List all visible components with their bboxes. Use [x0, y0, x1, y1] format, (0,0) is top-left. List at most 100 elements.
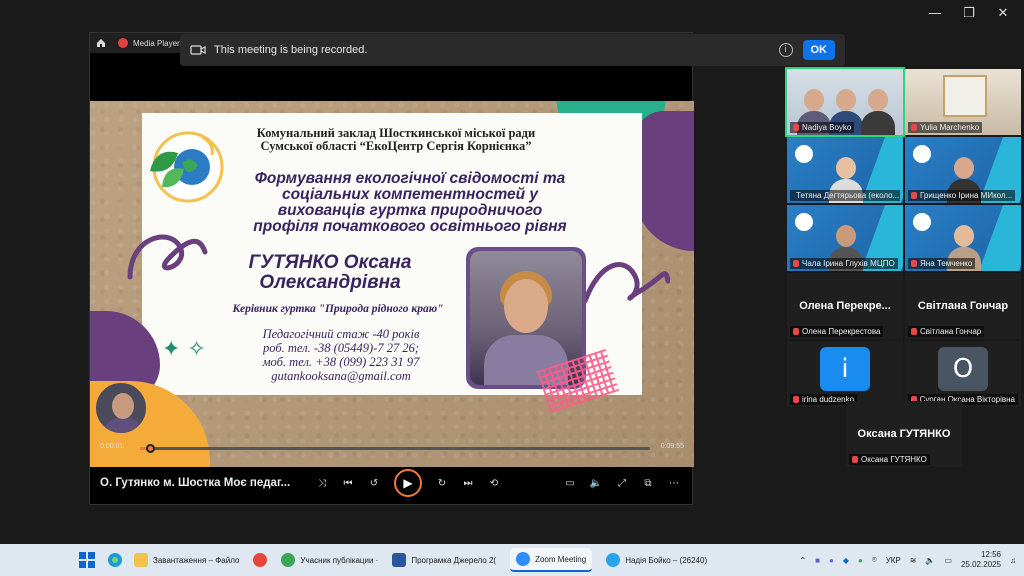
word-icon: [392, 553, 407, 567]
recording-message: This meeting is being recorded.: [214, 44, 368, 56]
copilot-icon[interactable]: [106, 551, 124, 569]
participant-label: Грищенко Ірина МИкол...: [908, 190, 1016, 201]
participant-tile[interactable]: O Сурган Оксана Вікторівна: [905, 341, 1021, 407]
duration: 0:09:55: [660, 443, 684, 450]
participant-label: Оксана ГУТЯНКО: [849, 454, 930, 465]
participant-label: Yulia Marchenko: [908, 122, 983, 133]
playback-controls: О. Гутянко м. Шостка Моє педаг... ⤨ ⏮ ↺ …: [90, 463, 694, 503]
recording-notice: This meeting is being recorded. i OK: [180, 34, 845, 66]
taskbar: Завантаження – Файло Учасник публікации …: [0, 544, 1024, 576]
speaker-self-view: [94, 381, 148, 435]
mic-muted-icon: [852, 456, 858, 463]
next-icon[interactable]: ⏭: [462, 477, 474, 489]
miniplayer-icon[interactable]: ⧉: [642, 477, 654, 489]
subtitles-icon[interactable]: ▭: [564, 477, 576, 489]
presenter-role: Керівник гуртка "Природа рідного краю": [232, 303, 444, 315]
participant-tile[interactable]: Оксана ГУТЯНКО Оксана ГУТЯНКО: [846, 401, 962, 467]
mic-muted-icon: [793, 124, 799, 131]
play-button[interactable]: ▶: [394, 469, 422, 497]
restore-button[interactable]: ❐: [962, 6, 976, 21]
participant-tile[interactable]: Світлана Гончар Світлана Гончар: [905, 273, 1021, 339]
desktop: — ❐ ✕ Media Player Комунальний заклад Шо…: [0, 0, 1024, 576]
zoom-icon: [516, 552, 531, 566]
taskbar-app-chrome[interactable]: [253, 553, 268, 567]
viber-icon[interactable]: ●: [829, 556, 834, 565]
mic-muted-icon: [793, 396, 799, 403]
home-icon[interactable]: [96, 38, 106, 48]
seek-track[interactable]: [140, 444, 650, 453]
self-view-body: [102, 417, 144, 433]
volume-icon[interactable]: 🔈: [590, 477, 602, 489]
participant-tile[interactable]: Nadiya Boyko: [785, 67, 905, 137]
participant-tile[interactable]: i irina dudzenko: [787, 341, 903, 407]
mic-muted-icon: [793, 328, 799, 335]
wifi-icon[interactable]: ≋: [910, 556, 917, 565]
participant-tile[interactable]: Чала Ірина Глухів МЦПО: [787, 205, 903, 271]
shuffle-icon[interactable]: ⤨: [316, 477, 328, 489]
taskbar-app-chrome-2[interactable]: Учасник публікации ·: [281, 553, 378, 567]
clock[interactable]: 12:56 25.02.2025: [961, 550, 1001, 570]
taskbar-app-files[interactable]: Завантаження – Файло: [134, 553, 239, 567]
video-frame[interactable]: Комунальний заклад Шосткинської міської …: [90, 101, 694, 467]
squiggle-decor-right: [582, 262, 670, 304]
media-player-icon: [118, 38, 128, 48]
system-tray: ⌃ ■ ● ◆ ● ⌾ УКР ≋ 🔈 ▭ 12:56 25.02.2025 ♫: [799, 544, 1016, 576]
institution-name: Комунальний заклад Шосткинської міської …: [256, 126, 536, 153]
self-view-face: [112, 393, 134, 419]
player-options: ▭ 🔈 ⤢ ⧉ ⋯: [564, 477, 680, 489]
volume-tray-icon[interactable]: 🔈: [925, 556, 935, 565]
ok-button[interactable]: OK: [802, 40, 835, 60]
participant-tile[interactable]: Тетяна Дегтярьова (еколо...: [787, 137, 903, 203]
close-button[interactable]: ✕: [996, 6, 1010, 21]
rewind-10-icon[interactable]: ↺: [368, 477, 380, 489]
battery-icon[interactable]: ▭: [944, 556, 952, 565]
chrome-icon: [253, 553, 268, 567]
participant-label: Nadiya Boyko: [790, 122, 855, 133]
taskbar-app-telegram[interactable]: Надія Бойко – (26240): [606, 553, 707, 567]
window-controls: — ❐ ✕: [928, 6, 1010, 21]
media-player-window: Media Player Комунальний заклад Шосткинс…: [89, 32, 694, 505]
sparkle-icon: ✦ ✧: [162, 337, 206, 362]
language-indicator[interactable]: УКР: [886, 556, 901, 565]
previous-icon[interactable]: ⏮: [342, 477, 354, 489]
taskbar-app-word[interactable]: Програмка Джерело 2(: [392, 553, 496, 567]
telegram-icon: [606, 553, 621, 567]
participant-tile[interactable]: Олена Перекре... Олена Перекрестова: [787, 273, 903, 339]
transport-buttons: ⤨ ⏮ ↺ ▶ ↻ ⏭ ⟲: [316, 469, 500, 497]
minimize-button[interactable]: —: [928, 6, 942, 21]
windows-start-icon[interactable]: [78, 551, 96, 569]
seek-bar[interactable]: 0:00:01 0:09:55: [90, 439, 694, 461]
repeat-icon[interactable]: ⟲: [488, 477, 500, 489]
chevron-up-icon[interactable]: ⌃: [799, 556, 806, 565]
notification-bell-icon[interactable]: ♫: [1010, 556, 1016, 565]
media-player-label: Media Player: [118, 38, 180, 48]
photo-face: [504, 279, 548, 333]
info-icon[interactable]: i: [778, 43, 793, 57]
chrome-profile-icon: [281, 553, 296, 567]
participant-tile[interactable]: Яна Темченко: [905, 205, 1021, 271]
taskbar-app-zoom[interactable]: Zoom Meeting: [510, 548, 593, 572]
mic-muted-icon: [793, 260, 799, 267]
participant-label: Світлана Гончар: [908, 326, 985, 337]
mic-muted-icon: [911, 328, 917, 335]
shield-icon[interactable]: ◆: [843, 556, 849, 565]
mic-muted-icon: [911, 124, 917, 131]
video-camera-icon: [190, 45, 206, 55]
teams-icon[interactable]: ■: [815, 556, 820, 565]
person: [861, 89, 895, 135]
security-icon[interactable]: ⌾: [872, 555, 877, 565]
participant-label: Тетяна Дегтярьова (еколо...: [790, 190, 900, 201]
fullscreen-icon[interactable]: ⤢: [616, 477, 628, 489]
slide-title: Формування екологічної свідомості та соц…: [253, 170, 567, 235]
presenter-contacts: Педагогічний стаж -40 років роб. тел. -3…: [262, 327, 420, 383]
more-options-icon[interactable]: ⋯: [668, 477, 680, 489]
video-title: О. Гутянко м. Шостка Моє педаг...: [100, 477, 291, 489]
participant-tile[interactable]: Yulia Marchenko: [905, 69, 1021, 135]
file-explorer-icon: [134, 553, 148, 567]
participant-tile[interactable]: Грищенко Ірина МИкол...: [905, 137, 1021, 203]
forward-30-icon[interactable]: ↻: [436, 477, 448, 489]
squiggle-decor: [127, 234, 208, 280]
participant-label: Чала Ірина Глухів МЦПО: [790, 258, 898, 269]
seek-handle[interactable]: [146, 444, 156, 453]
chrome-tray-icon[interactable]: ●: [858, 556, 863, 565]
